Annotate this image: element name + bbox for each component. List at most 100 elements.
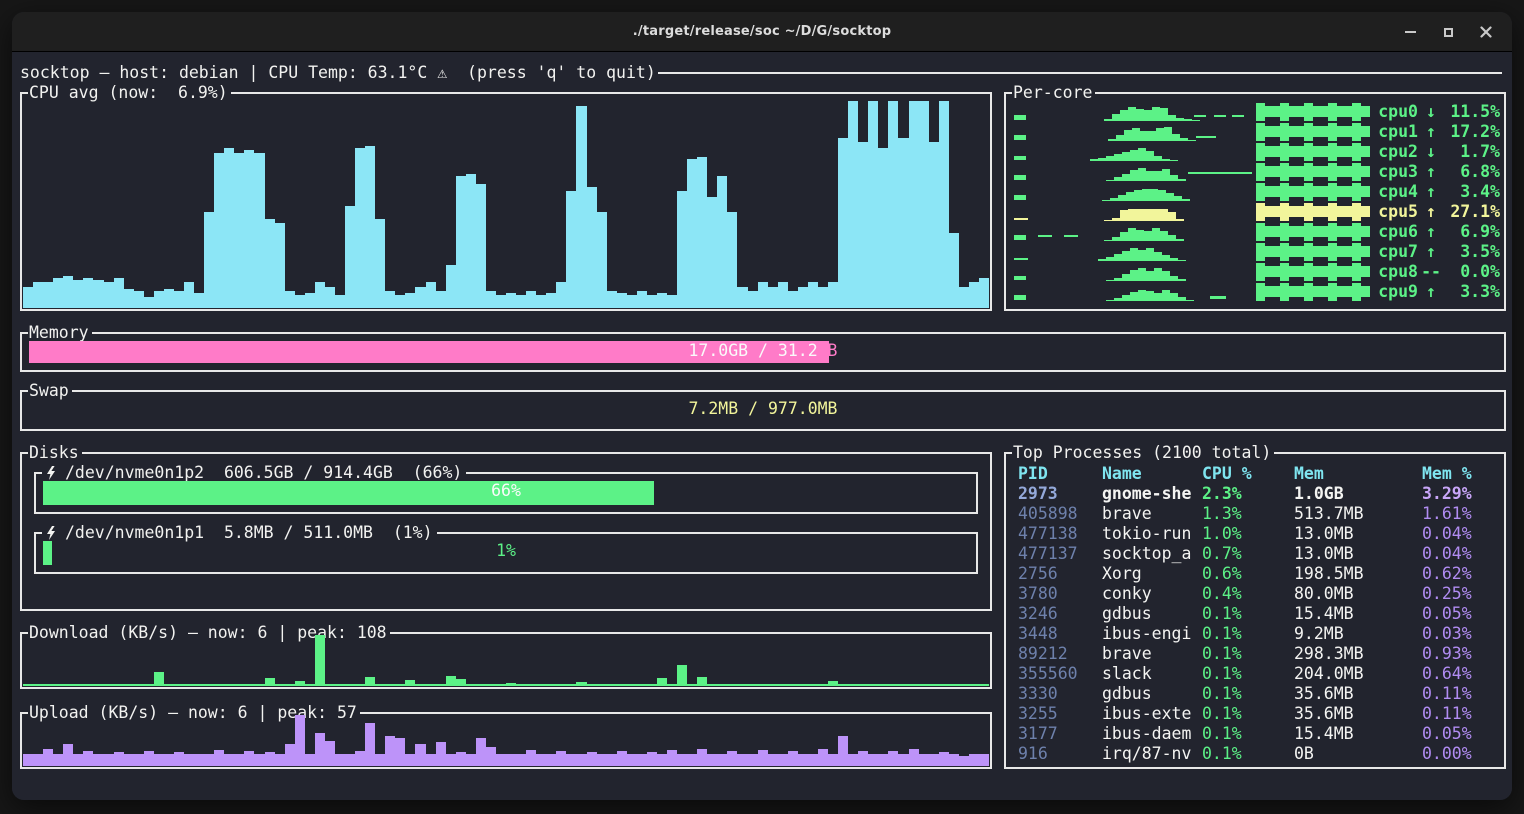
pid-cell: 405898 xyxy=(1018,504,1078,524)
chart-bar xyxy=(556,751,566,766)
chart-bar xyxy=(174,752,184,766)
pid-cell: 3255 xyxy=(1018,704,1058,724)
chart-bar xyxy=(33,684,43,686)
chart-bar xyxy=(476,684,486,686)
pmpc-cell: 3.29% xyxy=(1422,484,1472,504)
chart-bar xyxy=(405,293,415,308)
chart-bar xyxy=(476,184,486,308)
column-header: CPU % xyxy=(1202,464,1252,484)
chart-bar xyxy=(778,282,788,308)
core-value: 3.5% xyxy=(1444,242,1500,262)
chart-bar xyxy=(265,678,275,686)
chart-bar xyxy=(244,150,254,308)
column-header: Name xyxy=(1102,464,1142,484)
chart-bar xyxy=(194,754,204,766)
chart-bar xyxy=(737,287,747,308)
chart-bar xyxy=(878,754,888,766)
chart-bar xyxy=(607,754,617,766)
per-core-sparkline xyxy=(1012,283,1370,301)
spark-hill xyxy=(1106,263,1202,281)
close-icon[interactable] xyxy=(1474,20,1498,44)
chart-bar xyxy=(426,282,436,308)
chart-bar xyxy=(898,684,908,686)
chart-bar xyxy=(275,684,285,686)
disk-title: /dev/nvme0n1p2 606.5GB / 914.4GB (66%) xyxy=(42,463,466,483)
chart-bar xyxy=(607,684,617,686)
chart-bar xyxy=(355,684,365,686)
chart-bar xyxy=(898,754,908,766)
chart-bar xyxy=(788,291,798,308)
chart-bar xyxy=(939,101,949,308)
chart-bar xyxy=(234,754,244,766)
core-name: cpu8 xyxy=(1378,262,1418,282)
chart-bar xyxy=(466,684,476,686)
pname-cell: tokio-run xyxy=(1102,524,1191,544)
pmpc-cell: 0.04% xyxy=(1422,544,1472,564)
chart-bar xyxy=(234,153,244,308)
minimize-icon[interactable] xyxy=(1398,20,1422,44)
upload-panel: Upload (KB/s) — now: 6 | peak: 57 xyxy=(20,712,992,769)
spark-dash xyxy=(1196,136,1216,138)
chart-bar xyxy=(144,751,154,766)
chart-bar xyxy=(315,733,325,766)
chart-bar xyxy=(818,287,828,308)
core-name: cpu4 xyxy=(1378,182,1418,202)
chart-bar xyxy=(566,191,576,308)
chart-bar xyxy=(929,142,939,308)
maximize-icon[interactable] xyxy=(1436,20,1460,44)
chart-bar xyxy=(949,684,959,686)
column-header: PID xyxy=(1018,464,1048,484)
pmpc-cell: 0.00% xyxy=(1422,744,1472,764)
chart-bar xyxy=(375,219,385,308)
chart-bar xyxy=(848,101,858,308)
chart-bar xyxy=(526,750,536,766)
spark-block xyxy=(1256,143,1370,161)
chart-bar xyxy=(506,754,516,766)
chart-bar xyxy=(566,684,576,686)
chart-bar xyxy=(184,754,194,766)
process-row: 477137socktop_a0.7%13.0MB0.04% xyxy=(1006,544,1504,564)
chart-bar xyxy=(104,684,114,686)
chart-bar xyxy=(556,282,566,308)
chart-bar xyxy=(677,191,687,308)
chart-bar xyxy=(305,293,315,308)
chart-bar xyxy=(73,754,83,766)
pid-cell: 89212 xyxy=(1018,644,1068,664)
chart-bar xyxy=(979,754,989,766)
core-value: 6.9% xyxy=(1444,222,1500,242)
chart-bar xyxy=(707,754,717,766)
chart-bar xyxy=(667,684,677,686)
chart-bar xyxy=(83,684,93,686)
chart-bar xyxy=(415,684,425,686)
chart-bar xyxy=(265,752,275,766)
chart-bar xyxy=(325,741,335,767)
chart-bar xyxy=(748,291,758,308)
chart-bar xyxy=(969,684,979,686)
terminal-screen[interactable]: socktop — host: debian | CPU Temp: 63.1°… xyxy=(12,53,1512,800)
chart-bar xyxy=(546,684,556,686)
chart-bar xyxy=(737,754,747,766)
per-core-row: cpu4↑3.4% xyxy=(1012,182,1500,202)
chart-bar xyxy=(677,665,687,686)
pmem-cell: 9.2MB xyxy=(1294,624,1344,644)
chart-bar xyxy=(516,295,526,308)
chart-bar xyxy=(687,159,697,308)
pid-cell: 3330 xyxy=(1018,684,1058,704)
chart-bar xyxy=(888,101,898,308)
pid-cell: 477138 xyxy=(1018,524,1078,544)
chart-bar xyxy=(234,684,244,686)
chart-bar xyxy=(828,282,838,308)
chart-bar xyxy=(194,684,204,686)
chart-bar xyxy=(798,287,808,308)
per-core-panel: Per-core cpu0↓11.5%cpu1↑17.2%cpu2↓1.7%cp… xyxy=(1004,92,1506,311)
spark-hill xyxy=(1102,183,1198,201)
process-row: 2756Xorg0.6%198.5MB0.62% xyxy=(1006,564,1504,584)
chart-bar xyxy=(506,293,516,308)
spark-block xyxy=(1256,223,1370,241)
chart-bar xyxy=(385,291,395,308)
chart-bar xyxy=(83,278,93,308)
chart-bar xyxy=(164,684,174,686)
spark-tick xyxy=(1014,156,1026,160)
chart-bar xyxy=(144,684,154,686)
spark-dash xyxy=(1194,115,1206,117)
